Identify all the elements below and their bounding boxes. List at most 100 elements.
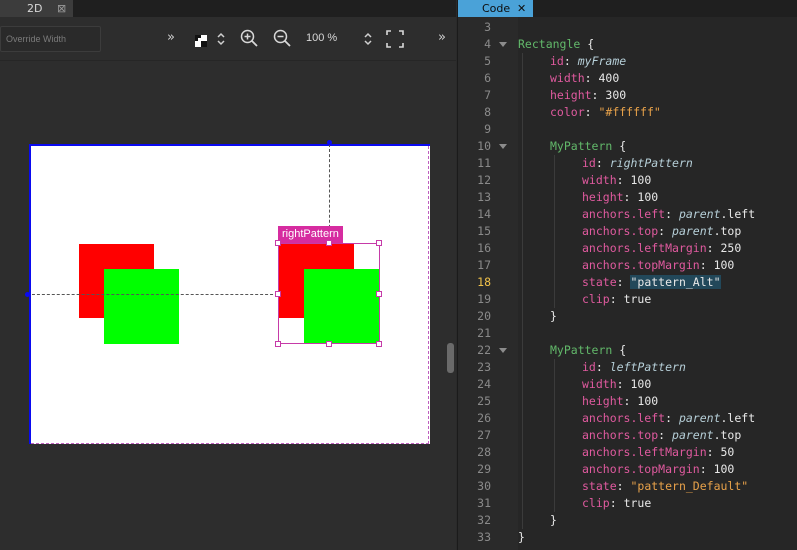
line-number: 26 — [477, 411, 491, 425]
code-token: clip — [582, 496, 610, 510]
fold-arrow-icon[interactable] — [499, 144, 507, 149]
code-token: myFrame — [577, 54, 627, 68]
code-line[interactable]: clip: true — [582, 291, 651, 308]
zoom-level-value[interactable]: 100 % — [306, 32, 337, 44]
code-line[interactable]: id: myFrame — [550, 53, 626, 70]
code-line[interactable]: } — [550, 308, 557, 325]
selection-box[interactable] — [278, 243, 380, 344]
line-number: 18 — [477, 275, 491, 289]
code-line[interactable]: MyPattern { — [550, 342, 626, 359]
updown-arrow-icon[interactable] — [217, 31, 225, 50]
toolbar-overflow-left-icon[interactable]: » — [167, 30, 175, 45]
code-token: : — [584, 71, 599, 85]
frame-bottom-border — [31, 443, 429, 444]
code-line[interactable]: anchors.leftMargin: 250 — [582, 240, 741, 257]
zoom-out-icon[interactable] — [273, 29, 291, 51]
indent-guide — [554, 155, 555, 308]
code-line[interactable]: clip: true — [582, 495, 651, 512]
code-token: 250 — [720, 241, 742, 255]
line-number: 15 — [477, 224, 491, 238]
code-line[interactable]: } — [518, 529, 525, 546]
code-token: : — [706, 445, 721, 459]
code-line[interactable]: MyPattern { — [550, 138, 626, 155]
code-line[interactable]: color: "#ffffff" — [550, 104, 661, 121]
design-toolbar: Override Width » 100 % » — [0, 17, 456, 61]
close-icon[interactable]: ✕ — [517, 0, 526, 17]
code-token: width — [550, 71, 585, 85]
fold-arrow-icon[interactable] — [499, 42, 507, 47]
code-token: id — [582, 360, 596, 374]
resize-handle-top-right[interactable] — [376, 240, 382, 246]
code-line[interactable]: id: rightPattern — [582, 155, 693, 172]
resize-handle-bottom-right[interactable] — [376, 341, 382, 347]
line-number: 21 — [477, 326, 491, 340]
code-token: true — [623, 292, 652, 306]
code-line[interactable]: id: leftPattern — [582, 359, 686, 376]
top-anchor-point — [327, 140, 332, 145]
line-number: 4 — [484, 37, 491, 51]
code-token: anchors.leftMargin — [582, 445, 707, 459]
code-line[interactable]: state: "pattern_Alt" — [582, 274, 721, 291]
code-line[interactable]: anchors.topMargin: 100 — [582, 461, 734, 478]
code-token: : — [609, 496, 624, 510]
code-line[interactable]: width: 100 — [582, 376, 651, 393]
code-line[interactable]: height: 300 — [550, 87, 626, 104]
code-token: : — [595, 360, 610, 374]
code-line[interactable]: anchors.left: parent.left — [582, 206, 755, 223]
zoom-updown-arrow-icon[interactable] — [364, 31, 372, 50]
resize-handle-bottom[interactable] — [326, 341, 332, 347]
line-number: 30 — [477, 479, 491, 493]
indent-guide — [522, 53, 523, 529]
code-token: MyPattern — [550, 343, 613, 357]
code-token: : — [595, 156, 610, 170]
code-line[interactable]: anchors.left: parent.left — [582, 410, 755, 427]
resize-handle-left[interactable] — [275, 291, 281, 297]
code-line[interactable]: width: 400 — [550, 70, 619, 87]
tab-code-label: Code — [482, 2, 511, 15]
close-icon[interactable]: ⊠ — [57, 0, 66, 17]
line-number: 19 — [477, 292, 491, 306]
fold-arrow-icon[interactable] — [499, 348, 507, 353]
code-token: anchors.left — [582, 411, 666, 425]
code-tab-bar: Code ✕ — [458, 0, 797, 17]
override-width-input[interactable]: Override Width — [0, 26, 101, 52]
code-token: anchors.top — [582, 224, 659, 238]
selection-label: rightPattern — [278, 226, 343, 243]
code-line[interactable]: anchors.top: parent.top — [582, 223, 741, 240]
tab-code[interactable]: Code ✕ — [458, 0, 533, 17]
resize-handle-right[interactable] — [376, 291, 382, 297]
code-line[interactable]: anchors.leftMargin: 50 — [582, 444, 734, 461]
line-number: 28 — [477, 445, 491, 459]
toolbar-overflow-right-icon[interactable]: » — [438, 30, 446, 45]
code-token: .top — [713, 224, 742, 238]
resize-handle-top-left[interactable] — [275, 240, 281, 246]
line-number: 5 — [484, 54, 491, 68]
code-text-area[interactable]: Rectangle {id: myFrame width: 400 height: … — [518, 17, 797, 550]
code-token: true — [623, 496, 652, 510]
code-line[interactable]: height: 100 — [582, 393, 658, 410]
checkerboard-icon[interactable] — [195, 32, 207, 51]
code-token: } — [518, 530, 525, 544]
code-token: .top — [713, 428, 742, 442]
code-token: 300 — [605, 88, 627, 102]
resize-handle-top[interactable] — [326, 240, 332, 246]
code-line[interactable]: anchors.top: parent.top — [582, 427, 741, 444]
panel-splitter-handle[interactable] — [447, 343, 454, 373]
code-token: clip — [582, 292, 610, 306]
resize-handle-bottom-left[interactable] — [275, 341, 281, 347]
tab-2d[interactable]: 2D ⊠ — [0, 0, 73, 17]
line-number: 12 — [477, 173, 491, 187]
code-line[interactable]: anchors.topMargin: 100 — [582, 257, 734, 274]
code-line[interactable]: } — [550, 512, 557, 529]
code-token: leftPattern — [609, 360, 686, 374]
left-pattern-green-rect[interactable] — [104, 269, 179, 344]
fit-screen-icon[interactable] — [386, 30, 404, 52]
code-line[interactable]: width: 100 — [582, 172, 651, 189]
code-token: .left — [720, 207, 756, 221]
code-line[interactable]: height: 100 — [582, 189, 658, 206]
code-line[interactable]: Rectangle { — [518, 36, 594, 53]
code-token: : — [616, 377, 631, 391]
zoom-in-icon[interactable] — [240, 29, 258, 51]
code-token: id — [582, 156, 596, 170]
code-line[interactable]: state: "pattern_Default" — [582, 478, 748, 495]
